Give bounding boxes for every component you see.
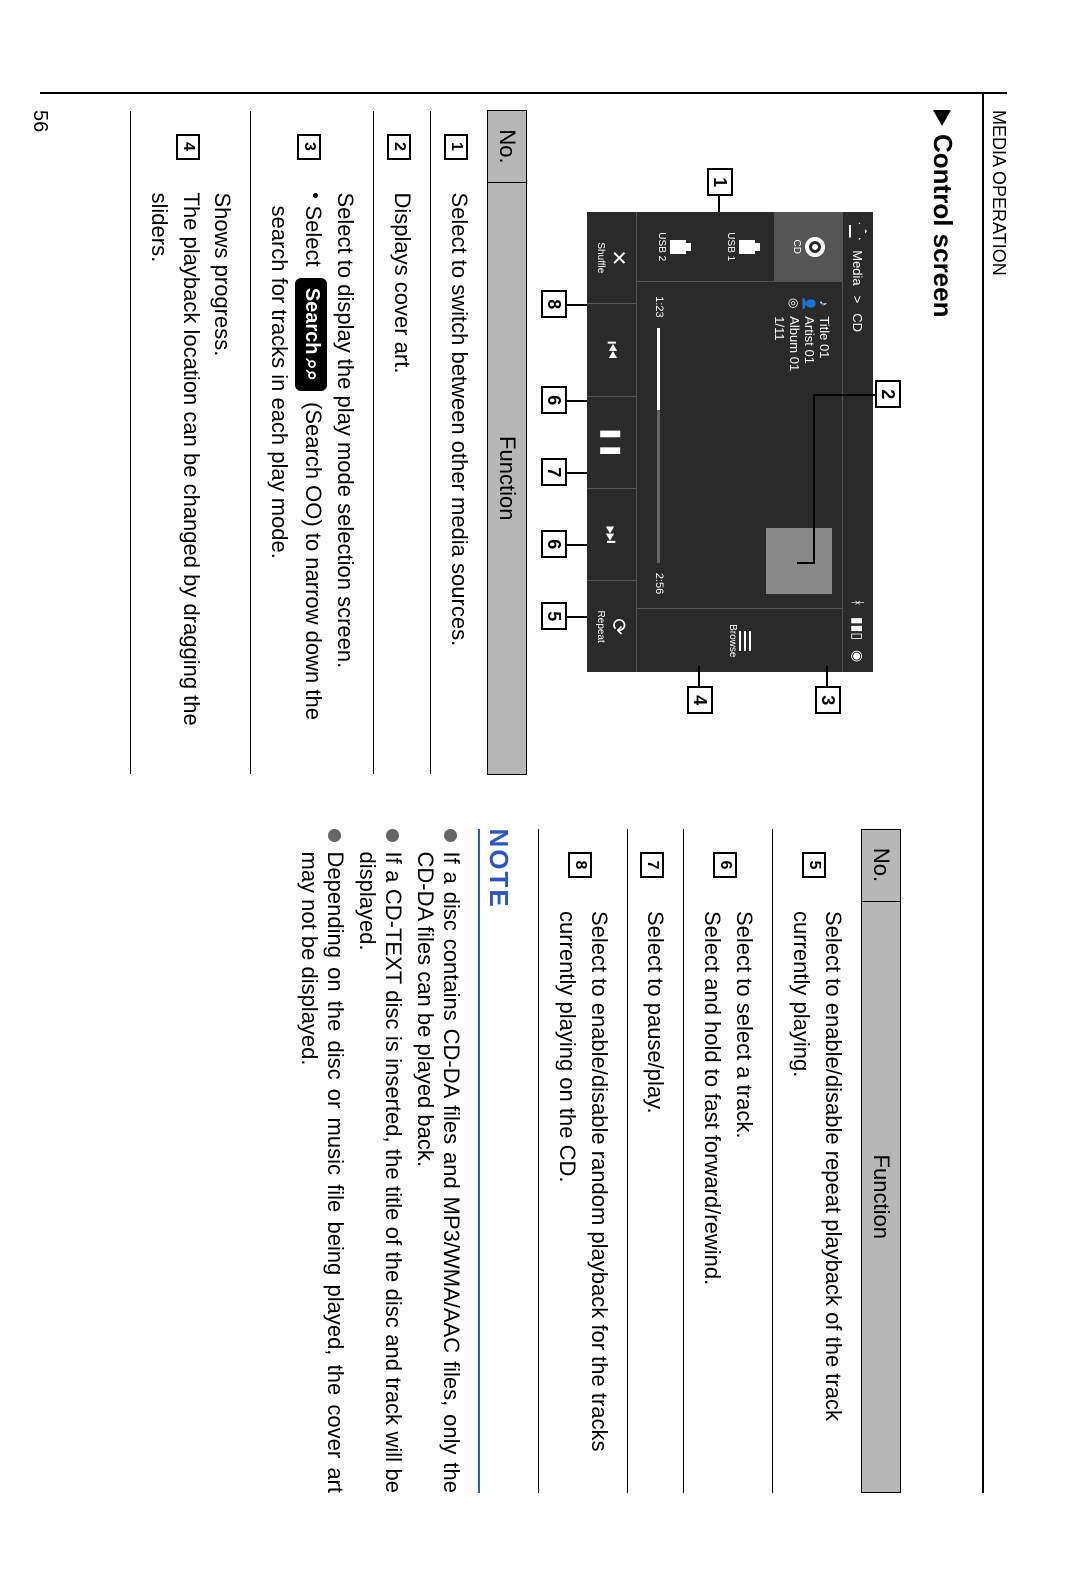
callout-4: 4	[687, 686, 713, 714]
callout-3: 3	[815, 686, 841, 714]
side-rule	[40, 92, 1007, 94]
row-text: Select to enable/disable repeat playback…	[773, 901, 862, 1493]
table-header-function: Function	[488, 183, 527, 775]
row-text: Select to enable/disable random playback…	[538, 901, 627, 1493]
function-table-right: No. Function 5 Select to enable/disable …	[538, 829, 901, 1494]
table-row: 3 Select to display the play mode select…	[251, 111, 374, 775]
list-icon	[750, 631, 752, 651]
function-table-left: No. Function 1 Select to switch between …	[130, 110, 527, 775]
callout-1: 1	[707, 168, 733, 196]
row-text: Select to pause/play.	[627, 901, 684, 1493]
prev-track-button: ⏮	[587, 304, 636, 396]
pause-icon: ❚❚	[602, 426, 622, 460]
shuffle-button: ✕Shuffle	[587, 212, 636, 304]
magnifier-icon: ⌕⌕	[301, 359, 323, 381]
table-header-no: No.	[862, 829, 901, 901]
table-row: 6 Select to select a track. Select and h…	[684, 829, 773, 1493]
play-pause-button: ❚❚	[587, 397, 636, 489]
bullet-icon	[386, 829, 399, 842]
row-text: Select to switch between other media sou…	[431, 183, 488, 775]
row-text: Select to display the play mode selectio…	[251, 183, 374, 775]
track-count: 1/11	[772, 316, 787, 340]
row-num: 2	[387, 134, 411, 160]
next-icon: ⏭	[602, 525, 622, 543]
row-text: Select to select a track. Select and hol…	[684, 901, 773, 1493]
bullet-icon	[313, 193, 318, 198]
callout-2: 2	[875, 380, 901, 408]
breadcrumb-cd: CD	[851, 313, 866, 332]
section-title: Control screen	[927, 134, 958, 318]
bullet-icon	[444, 829, 457, 842]
row-num: 5	[802, 852, 826, 878]
search-chip: Search⌕⌕	[295, 278, 327, 391]
note-heading: NOTE	[478, 829, 514, 1494]
home-icon	[849, 222, 867, 240]
source-usb2: USB 2	[637, 212, 705, 281]
note-item: If a CD-TEXT disc is inserted, the title…	[354, 829, 406, 1494]
table-row: 4 Shows progress. The playback location …	[130, 111, 251, 775]
row-num: 6	[713, 852, 737, 878]
table-row: 2 Displays cover art.	[374, 111, 431, 775]
source-list: CD USB 1 USB 2	[637, 212, 842, 282]
note-icon: ♪	[818, 296, 832, 310]
table-row: 5 Select to enable/disable repeat playba…	[773, 829, 862, 1493]
repeat-icon: ⟳	[608, 618, 628, 635]
callout-5: 5	[541, 602, 567, 630]
disc-icon	[805, 237, 825, 257]
row-text: Shows progress. The playback location ca…	[130, 183, 251, 775]
callout-7: 7	[541, 458, 567, 486]
track-title: Title 01	[817, 316, 832, 358]
table-row: 1 Select to switch between other media s…	[431, 111, 488, 775]
bluetooth-icon: ᚼ	[850, 599, 866, 607]
callout-6b: 6	[541, 386, 567, 414]
page-number: 56	[28, 110, 51, 132]
table-row: 8 Select to enable/disable random playba…	[538, 829, 627, 1493]
source-usb1: USB 1	[705, 212, 773, 281]
table-header-function: Function	[862, 901, 901, 1493]
note-item: Depending on the disc or music file bein…	[296, 829, 348, 1494]
next-track-button: ⏭	[587, 489, 636, 581]
signal-icon: ▮▮▯	[850, 617, 867, 640]
elapsed-time: 1:23	[653, 296, 665, 317]
callout-8: 8	[541, 290, 567, 318]
control-screen-figure: Media > CD ᚼ ▮▮▯ ◉ CD	[541, 162, 901, 722]
section-heading: Control screen	[927, 110, 958, 1493]
shuffle-icon: ✕	[608, 249, 628, 266]
row-num: 4	[176, 134, 200, 160]
album-icon: ◎	[788, 296, 802, 310]
note-item: If a disc contains CD-DA files and MP3/W…	[412, 829, 464, 1494]
row-num: 1	[444, 134, 468, 160]
row-num: 7	[640, 852, 664, 878]
artist-name: Artist 01	[802, 316, 817, 364]
artist-icon: 👤	[803, 296, 817, 310]
table-header-no: No.	[488, 111, 527, 183]
repeat-button: ⟳Repeat	[587, 581, 636, 672]
breadcrumb-sep: >	[851, 296, 866, 304]
usb-icon	[670, 240, 686, 254]
note-list: If a disc contains CD-DA files and MP3/W…	[296, 829, 464, 1494]
triangle-icon	[934, 110, 952, 126]
row-num: 8	[568, 852, 592, 878]
progress-bar	[658, 328, 661, 563]
table-row: 7 Select to pause/play.	[627, 829, 684, 1493]
page-header: MEDIA OPERATION	[982, 92, 1009, 1493]
callout-6a: 6	[541, 530, 567, 558]
breadcrumb-media: Media	[851, 250, 866, 285]
source-cd: CD	[774, 212, 842, 281]
browse-button: Browse	[637, 609, 842, 672]
album-name: Album 01	[787, 316, 802, 371]
dot-icon: ◉	[850, 650, 867, 662]
usb-icon	[739, 240, 755, 254]
row-text: Displays cover art.	[374, 183, 431, 775]
cover-art	[766, 528, 832, 594]
infotainment-mock: Media > CD ᚼ ▮▮▯ ◉ CD	[587, 212, 873, 672]
bullet-icon	[328, 829, 341, 842]
remaining-time: 2:56	[653, 573, 665, 594]
prev-icon: ⏮	[602, 341, 622, 359]
row-num: 3	[297, 134, 321, 160]
